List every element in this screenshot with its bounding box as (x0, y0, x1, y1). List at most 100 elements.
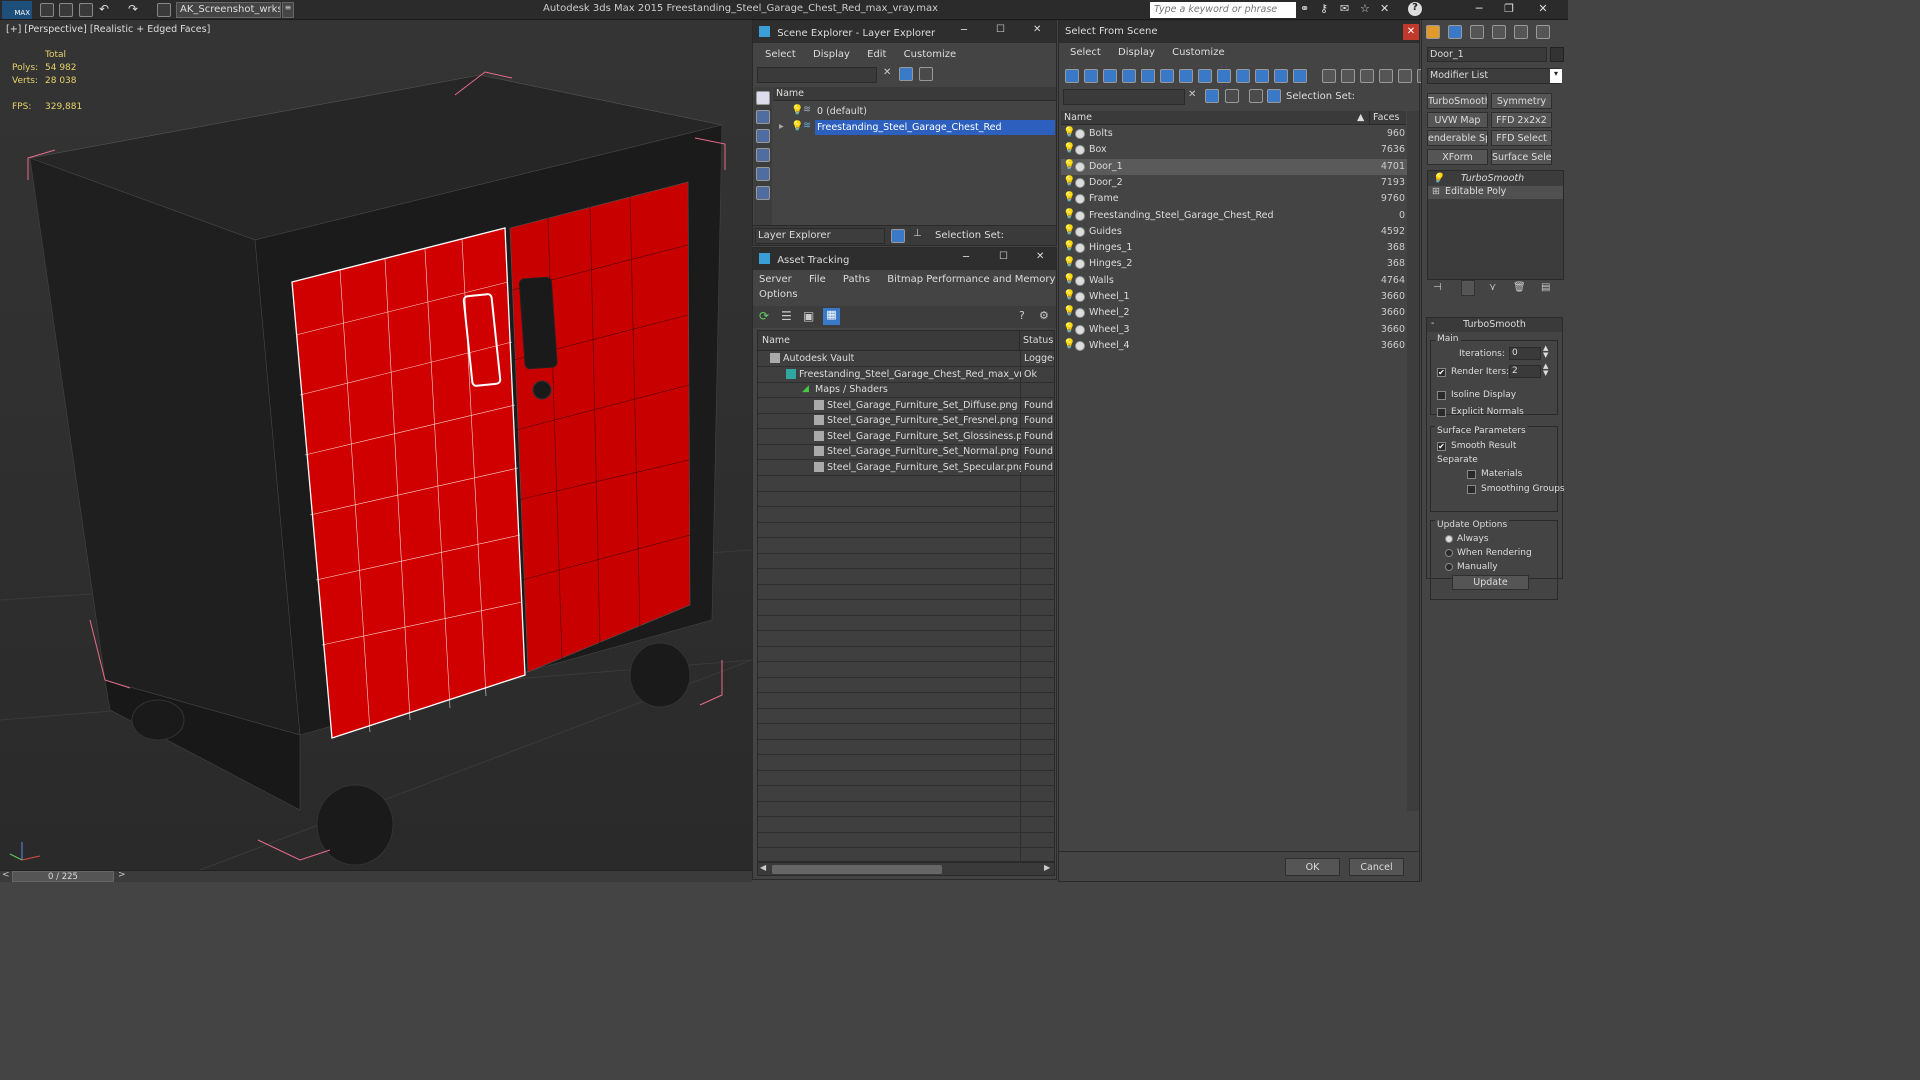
render-iters-spinner-arrows-icon[interactable]: ▲ ▼ (1543, 363, 1548, 377)
asset-menu-paths[interactable]: Paths (843, 274, 870, 285)
explicit-normals-checkbox[interactable] (1437, 408, 1446, 417)
hierarchy-tab-icon[interactable] (1470, 25, 1484, 39)
workspace-dropdown-arrow-icon[interactable]: ≡ (282, 2, 294, 18)
show-end-result-icon[interactable] (1461, 280, 1475, 296)
key-icon[interactable]: ⚷ (1320, 2, 1328, 15)
layer-row[interactable]: 💡 ≋ 0 (default) (773, 104, 1056, 120)
asset-menu-bitmap[interactable]: Bitmap Performance and Memory (887, 274, 1055, 285)
workspace-dropdown[interactable]: AK_Screenshot_wrksp (176, 2, 281, 18)
cancel-button[interactable]: Cancel (1349, 858, 1404, 876)
display-helpers-icon[interactable] (756, 186, 770, 200)
asset-menu-options[interactable]: Options (759, 289, 798, 300)
create-tab-icon[interactable] (1426, 25, 1440, 39)
asset-column-name[interactable]: Name (758, 331, 1020, 351)
asset-tracking-maximize-icon[interactable]: ☐ (999, 251, 1008, 262)
modifier-button[interactable]: Symmetry (1491, 93, 1552, 109)
filter-funnel-icon[interactable] (1379, 69, 1393, 83)
object-visibility-bulb-icon[interactable]: 💡 (1063, 306, 1075, 317)
asset-help-icon[interactable]: ? (1019, 309, 1025, 322)
asset-row[interactable]: Steel_Garage_Furniture_Set_Diffuse.png Fo… (758, 398, 1054, 414)
object-visibility-bulb-icon[interactable]: 💡 (1063, 127, 1075, 138)
modifier-button[interactable]: XForm (1427, 148, 1488, 165)
object-row[interactable]: 💡 Freestanding_Steel_Garage_Chest_Red 0 (1061, 208, 1407, 224)
object-row[interactable]: 💡 Door_1 4701 (1061, 158, 1407, 175)
ok-button[interactable]: OK (1285, 858, 1340, 876)
display-lights-icon[interactable] (756, 148, 770, 162)
expand-arrow-icon[interactable]: ▸ (779, 121, 784, 132)
sfs-column-name[interactable]: Name (1061, 111, 1369, 125)
update-always-radio[interactable] (1445, 535, 1453, 543)
explorer-type-dropdown[interactable]: Layer Explorer (755, 228, 885, 244)
modifier-button[interactable]: TurboSmooth (1427, 93, 1488, 109)
select-from-scene-titlebar[interactable]: Select From Scene ✕ (1059, 21, 1419, 43)
display-bones-icon[interactable] (1236, 69, 1250, 83)
viewport-label[interactable]: [+] [Perspective] [Realistic + Edged Fac… (6, 24, 210, 35)
sfs-menu-select[interactable]: Select (1070, 47, 1101, 58)
motion-tab-icon[interactable] (1492, 25, 1506, 39)
display-geometry-icon[interactable] (756, 110, 770, 124)
app-logo[interactable]: MAX (2, 1, 32, 19)
asset-menu-file[interactable]: File (809, 274, 826, 285)
object-visibility-bulb-icon[interactable]: 💡 (1063, 323, 1075, 334)
display-tab-icon[interactable] (1514, 25, 1528, 39)
asset-tracking-close-icon[interactable]: ✕ (1036, 251, 1044, 262)
scroll-right-icon[interactable]: ▶ (1044, 863, 1050, 872)
communication-icon[interactable]: ✉ (1340, 2, 1349, 15)
x-tools-icon[interactable]: ✕ (1380, 2, 1389, 15)
sfs-layer-icon[interactable] (1225, 89, 1239, 103)
asset-settings-icon[interactable]: ⚙ (1039, 309, 1049, 322)
layer-visibility-bulb-icon[interactable]: 💡 (791, 105, 803, 116)
display-lights-icon[interactable] (1122, 69, 1136, 83)
sfs-hierarchy-icon[interactable] (1267, 89, 1281, 103)
clear-search-icon[interactable]: ✕ (883, 67, 891, 78)
select-all-icon[interactable] (1322, 69, 1336, 83)
display-shapes-icon[interactable] (1103, 69, 1117, 83)
asset-row[interactable]: Steel_Garage_Furniture_Set_Fresnel.png Fo… (758, 413, 1054, 429)
object-row[interactable]: 💡 Wheel_1 3660 (1061, 289, 1407, 305)
sfs-filter-icon[interactable] (1205, 89, 1219, 103)
display-containers-icon[interactable] (1255, 69, 1269, 83)
select-none-icon[interactable] (1341, 69, 1355, 83)
configure-sets-icon[interactable]: ▤ (1541, 282, 1550, 293)
select-from-scene-close-icon[interactable]: ✕ (1403, 24, 1419, 40)
refresh-icon[interactable]: ⟳ (759, 309, 769, 323)
hierarchy-icon[interactable]: ⊥ (913, 228, 922, 239)
maximize-icon[interactable]: ❐ (1496, 2, 1522, 18)
smooth-result-checkbox[interactable]: ✔ (1437, 442, 1446, 451)
select-invert-icon[interactable] (1360, 69, 1374, 83)
display-groups-icon[interactable] (1198, 69, 1212, 83)
scene-explorer-menu-select[interactable]: Select (765, 49, 796, 60)
separate-smoothing-groups-checkbox[interactable] (1467, 485, 1476, 494)
filter-icon[interactable] (899, 67, 913, 81)
scene-explorer-titlebar[interactable]: Scene Explorer - Layer Explorer ─ ☐ ✕ (753, 21, 1056, 43)
binoculars-icon[interactable]: ⚭ (1300, 2, 1309, 15)
display-geometry-icon[interactable] (1084, 69, 1098, 83)
scene-explorer-close-icon[interactable]: ✕ (1033, 24, 1041, 35)
render-iters-spinner[interactable]: 2 (1509, 365, 1541, 378)
redo-icon[interactable]: ↷ (128, 2, 138, 16)
display-frozen-icon[interactable] (1274, 69, 1288, 83)
sfs-sort-arrow-icon[interactable]: ▲ (1355, 111, 1367, 125)
scroll-thumb[interactable] (772, 865, 942, 874)
isoline-display-checkbox[interactable] (1437, 391, 1446, 400)
object-row[interactable]: 💡 Walls 4764 (1061, 273, 1407, 289)
scene-explorer-maximize-icon[interactable]: ☐ (996, 24, 1005, 35)
list-view-icon[interactable]: ☰ (781, 309, 792, 323)
asset-tracking-titlebar[interactable]: Asset Tracking ─ ☐ ✕ (753, 248, 1056, 270)
object-visibility-bulb-icon[interactable]: 💡 (1063, 209, 1075, 220)
new-file-icon[interactable] (40, 3, 54, 17)
modifier-button[interactable]: FFD 2x2x2 (1491, 111, 1552, 128)
display-xrefs-icon[interactable] (1217, 69, 1231, 83)
update-when-rendering-radio[interactable] (1445, 549, 1453, 557)
scroll-left-icon[interactable]: ◀ (760, 863, 766, 872)
undo-icon[interactable]: ↶ (99, 2, 109, 16)
modifier-button[interactable]: UVW Map (1427, 111, 1488, 128)
object-row[interactable]: 💡 Wheel_4 3660 (1061, 338, 1407, 354)
iterations-spinner-arrows-icon[interactable]: ▲ ▼ (1543, 345, 1548, 359)
layer-row-selected[interactable]: ▸ 💡 ≋ Freestanding_Steel_Garage_Chest_Re… (773, 120, 1056, 136)
render-iters-checkbox[interactable]: ✔ (1437, 368, 1446, 377)
sfs-stack-icon[interactable] (1249, 89, 1263, 103)
perspective-viewport[interactable]: [+] [Perspective] [Realistic + Edged Fac… (0, 20, 752, 870)
object-row[interactable]: 💡 Door_2 7193 (1061, 175, 1407, 191)
table-view-icon[interactable]: ▦ (823, 308, 840, 325)
